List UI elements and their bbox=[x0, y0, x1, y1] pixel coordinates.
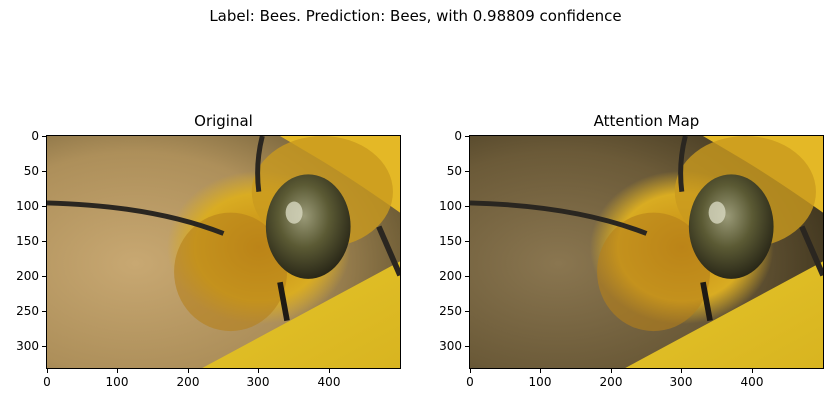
x-tick-mark bbox=[540, 369, 541, 373]
y-tick-label: 200 bbox=[439, 269, 462, 283]
x-tick-mark bbox=[47, 369, 48, 373]
y-tick-label: 300 bbox=[439, 339, 462, 353]
y-tick-mark bbox=[465, 311, 469, 312]
x-tick-label: 300 bbox=[246, 375, 270, 389]
y-tick-mark bbox=[42, 171, 46, 172]
y-tick-label: 50 bbox=[446, 164, 462, 178]
y-tick-label: 300 bbox=[16, 339, 39, 353]
y-tick-mark bbox=[465, 171, 469, 172]
y-tick-label: 200 bbox=[16, 269, 39, 283]
y-tick-mark bbox=[465, 346, 469, 347]
y-tick-mark bbox=[465, 136, 469, 137]
y-tick-mark bbox=[42, 206, 46, 207]
y-tick-mark bbox=[42, 241, 46, 242]
y-tick-mark bbox=[42, 311, 46, 312]
y-tick-label: 250 bbox=[16, 304, 39, 318]
y-tick-label: 150 bbox=[16, 234, 39, 248]
figure-suptitle: Label: Bees. Prediction: Bees, with 0.98… bbox=[209, 7, 622, 25]
x-tick-label: 200 bbox=[176, 375, 200, 389]
x-tick-mark bbox=[329, 369, 330, 373]
y-tick-label: 150 bbox=[439, 234, 462, 248]
y-tick-mark bbox=[465, 276, 469, 277]
y-tick-label: 250 bbox=[439, 304, 462, 318]
x-tick-mark bbox=[470, 369, 471, 373]
y-tick-mark bbox=[465, 206, 469, 207]
x-tick-mark bbox=[681, 369, 682, 373]
y-tick-mark bbox=[42, 346, 46, 347]
y-tick-mark bbox=[465, 241, 469, 242]
y-tick-label: 0 bbox=[31, 129, 39, 143]
x-tick-mark bbox=[117, 369, 118, 373]
y-tick-label: 100 bbox=[439, 199, 462, 213]
y-tick-label: 50 bbox=[23, 164, 39, 178]
original-image-axes bbox=[46, 135, 401, 369]
bee-image-attention bbox=[470, 136, 823, 368]
panel-title-original: Original bbox=[194, 112, 253, 130]
x-tick-mark bbox=[752, 369, 753, 373]
x-tick-label: 300 bbox=[669, 375, 693, 389]
attention-map-axes bbox=[469, 135, 824, 369]
x-tick-mark bbox=[611, 369, 612, 373]
y-tick-label: 0 bbox=[454, 129, 462, 143]
x-tick-label: 0 bbox=[43, 375, 51, 389]
panel-title-attention-map: Attention Map bbox=[593, 112, 700, 130]
x-tick-mark bbox=[188, 369, 189, 373]
x-tick-label: 400 bbox=[317, 375, 341, 389]
x-tick-label: 200 bbox=[599, 375, 623, 389]
x-tick-label: 0 bbox=[466, 375, 474, 389]
y-tick-mark bbox=[42, 136, 46, 137]
y-tick-label: 100 bbox=[16, 199, 39, 213]
x-tick-label: 100 bbox=[528, 375, 552, 389]
y-tick-mark bbox=[42, 276, 46, 277]
x-tick-label: 400 bbox=[740, 375, 764, 389]
x-tick-mark bbox=[258, 369, 259, 373]
x-tick-label: 100 bbox=[105, 375, 129, 389]
bee-image-original bbox=[47, 136, 400, 368]
